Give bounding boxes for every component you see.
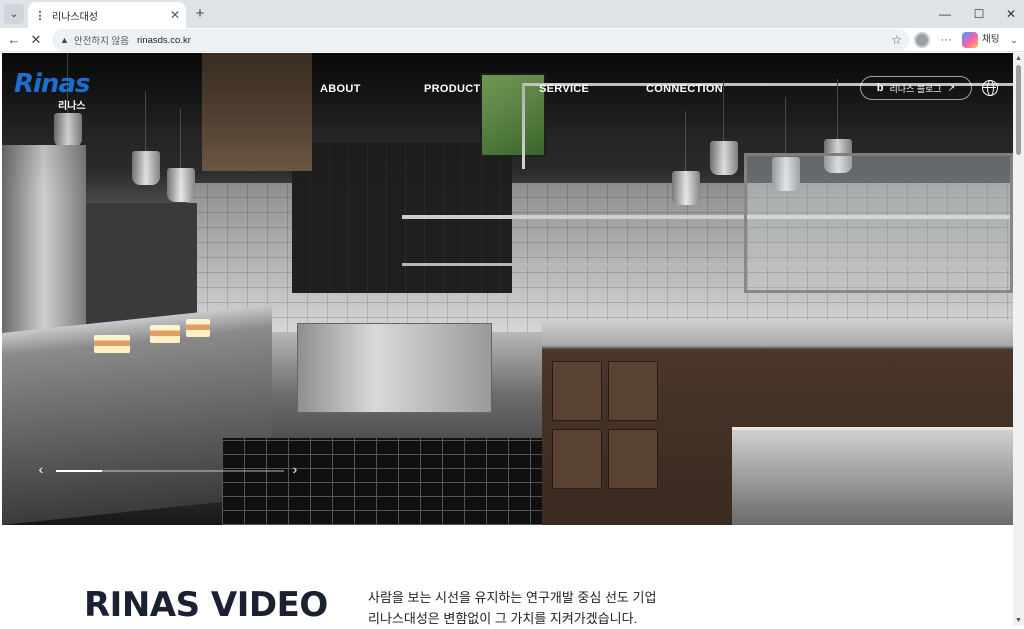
new-tab-button[interactable]: +	[190, 4, 210, 24]
stop-loading-button[interactable]: ✕	[26, 30, 46, 50]
slide-progress-bar	[56, 470, 284, 472]
scroll-down-icon[interactable]: ▼	[1015, 617, 1022, 624]
blog-icon: b	[876, 82, 884, 94]
site-logo[interactable]: Rinas 리나스	[14, 69, 100, 112]
globe-icon[interactable]	[982, 80, 998, 96]
logo-wordmark: Rinas	[14, 69, 90, 99]
logo-subtext: 리나스	[58, 101, 86, 112]
nav-connection[interactable]: CONNECTION	[646, 83, 723, 95]
scroll-thumb[interactable]	[1016, 65, 1021, 155]
security-status[interactable]: 안전하지 않음	[74, 33, 129, 47]
chat-button[interactable]: 채팅	[982, 30, 999, 50]
maximize-button[interactable]: ☐	[962, 0, 996, 28]
browser-tab[interactable]: ⋮ 리나스대성 ✕	[28, 2, 186, 28]
page-scrollbar[interactable]: ▲ ▼	[1013, 53, 1024, 626]
address-bar[interactable]: ▲ 안전하지 않음 rinasds.co.kr ☆	[52, 29, 910, 51]
nav-product[interactable]: PRODUCT	[424, 83, 481, 95]
favorite-star-icon[interactable]: ☆	[891, 33, 902, 47]
slide-prev-button[interactable]: ‹	[34, 461, 48, 477]
back-button[interactable]: ←	[4, 30, 24, 50]
blog-button[interactable]: b 리나스 블로그 ↗	[860, 76, 972, 100]
copilot-icon[interactable]	[962, 32, 978, 48]
minimize-button[interactable]: —	[928, 0, 962, 28]
warning-icon[interactable]: ▲	[60, 35, 69, 45]
blog-button-label: 리나스 블로그	[889, 83, 942, 94]
url-text[interactable]: rinasds.co.kr	[137, 35, 191, 46]
browser-tab-bar: ⌄ ⋮ 리나스대성 ✕ + — ☐ ✕	[0, 0, 1024, 28]
slide-progress-fill	[56, 470, 102, 472]
hero-banner: Rinas 리나스 ABOUT PRODUCT SERVICE CONNECTI…	[2, 53, 1013, 525]
close-window-button[interactable]: ✕	[994, 0, 1024, 28]
tab-list-button[interactable]: ⌄	[4, 4, 24, 24]
section-description: 사람을 보는 시선을 유지하는 연구개발 중심 선도 기업 리나스대성은 변함없…	[368, 587, 656, 629]
arrow-up-right-icon: ↗	[947, 82, 956, 93]
nav-service[interactable]: SERVICE	[539, 83, 589, 95]
profile-avatar[interactable]	[914, 32, 930, 48]
nav-about[interactable]: ABOUT	[320, 83, 361, 95]
tab-favicon-icon: ⋮	[34, 9, 46, 22]
tab-title: 리나스대성	[52, 11, 98, 23]
tab-close-icon[interactable]: ✕	[170, 8, 180, 22]
section-desc-line1: 사람을 보는 시선을 유지하는 연구개발 중심 선도 기업	[368, 590, 657, 605]
scroll-up-icon[interactable]: ▲	[1015, 55, 1022, 62]
more-options-icon[interactable]: ···	[938, 30, 954, 50]
chevron-down-icon[interactable]: ⌄	[1008, 30, 1020, 50]
section-title: RINAS VIDEO	[84, 585, 328, 625]
browser-toolbar: ← ✕ ▲ 안전하지 않음 rinasds.co.kr ☆ ··· 채팅 ⌄	[0, 28, 1024, 52]
slide-next-button[interactable]: ›	[288, 461, 302, 477]
